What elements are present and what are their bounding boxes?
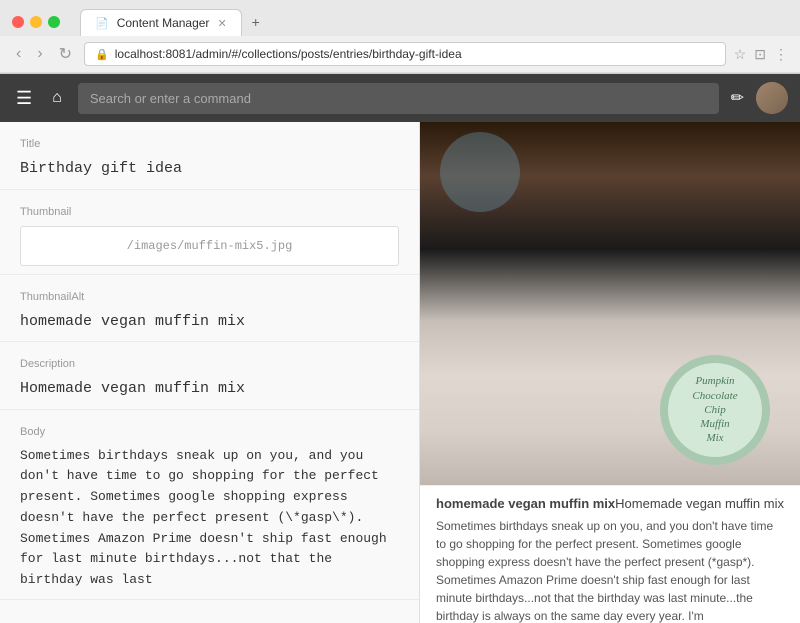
muffin-label-line2: Chocolate — [692, 389, 737, 403]
muffin-label-line5: Mix — [706, 431, 723, 445]
back-button[interactable]: ‹ — [12, 43, 25, 65]
right-panel-caption: homemade vegan muffin mixHomemade vegan … — [420, 485, 800, 623]
new-tab-button[interactable]: + — [242, 8, 270, 36]
title-bar: 📄 Content Manager ✕ + — [0, 0, 800, 36]
caption-title: homemade vegan muffin mix — [436, 496, 615, 511]
maximize-button[interactable] — [48, 16, 60, 28]
tab-title: Content Manager — [117, 16, 210, 30]
caption-body: Sometimes birthdays sneak up on you, and… — [436, 517, 784, 623]
right-panel-image: Pumpkin Chocolate Chip Muffin Mix — [420, 122, 800, 485]
body-label: Body — [20, 426, 399, 438]
avatar — [756, 82, 788, 114]
hamburger-button[interactable]: ☰ — [12, 84, 36, 113]
nav-bar: ‹ › ↻ 🔒 localhost:8081/admin/#/collectio… — [0, 36, 800, 73]
thumbnail-alt-label: ThumbnailAlt — [20, 291, 399, 303]
body-field-group: Body Sometimes birthdays sneak up on you… — [0, 410, 419, 601]
edit-button[interactable]: ✏ — [731, 88, 744, 108]
right-panel: Pumpkin Chocolate Chip Muffin Mix homema… — [420, 122, 800, 623]
caption-subtitle: Homemade vegan muffin mix — [615, 496, 784, 511]
browser-tab[interactable]: 📄 Content Manager ✕ — [80, 9, 242, 36]
address-text: localhost:8081/admin/#/collections/posts… — [115, 47, 715, 61]
thumbnail-path: /images/muffin-mix5.jpg — [127, 239, 293, 253]
app-toolbar: ☰ ⌂ ✏ — [0, 74, 800, 122]
body-value[interactable]: Sometimes birthdays sneak up on you, and… — [20, 446, 399, 592]
left-panel: Title Birthday gift idea Thumbnail /imag… — [0, 122, 420, 623]
muffin-label-line1: Pumpkin — [695, 374, 734, 388]
traffic-lights — [12, 16, 60, 28]
nav-icons: ☆ ⊡ ⋮ — [734, 46, 788, 63]
avatar-image — [756, 82, 788, 114]
muffin-label-line3: Chip — [704, 403, 725, 417]
thumbnail-input[interactable]: /images/muffin-mix5.jpg — [20, 226, 399, 266]
menu-icon[interactable]: ⋮ — [774, 46, 788, 63]
description-field-group: Description Homemade vegan muffin mix — [0, 342, 419, 410]
title-value[interactable]: Birthday gift idea — [20, 158, 399, 181]
thumbnail-label: Thumbnail — [20, 206, 399, 218]
thumbnail-field-group: Thumbnail /images/muffin-mix5.jpg — [0, 190, 419, 275]
minimize-button[interactable] — [30, 16, 42, 28]
description-value[interactable]: Homemade vegan muffin mix — [20, 378, 399, 401]
home-button[interactable]: ⌂ — [48, 85, 66, 111]
secure-icon: 🔒 — [95, 48, 109, 61]
tab-favicon: 📄 — [95, 17, 109, 30]
extensions-icon[interactable]: ⊡ — [754, 46, 766, 63]
thumbnail-alt-value[interactable]: homemade vegan muffin mix — [20, 311, 399, 334]
title-field-group: Title Birthday gift idea — [0, 122, 419, 190]
thumbnail-alt-field-group: ThumbnailAlt homemade vegan muffin mix — [0, 275, 419, 343]
description-label: Description — [20, 358, 399, 370]
tab-bar: 📄 Content Manager ✕ + — [80, 8, 270, 36]
search-input[interactable] — [78, 83, 719, 114]
preview-image: Pumpkin Chocolate Chip Muffin Mix — [420, 122, 800, 485]
browser-chrome: 📄 Content Manager ✕ + ‹ › ↻ 🔒 localhost:… — [0, 0, 800, 74]
close-button[interactable] — [12, 16, 24, 28]
refresh-button[interactable]: ↻ — [55, 42, 76, 66]
address-bar[interactable]: 🔒 localhost:8081/admin/#/collections/pos… — [84, 42, 726, 66]
bookmark-icon[interactable]: ☆ — [734, 46, 747, 63]
page-wrapper: 📄 Content Manager ✕ + ‹ › ↻ 🔒 localhost:… — [0, 0, 800, 623]
caption-header: homemade vegan muffin mixHomemade vegan … — [436, 496, 784, 511]
tab-close-button[interactable]: ✕ — [217, 17, 226, 30]
muffin-label: Pumpkin Chocolate Chip Muffin Mix — [660, 355, 770, 465]
title-label: Title — [20, 138, 399, 150]
forward-button[interactable]: › — [33, 43, 46, 65]
main-content: Title Birthday gift idea Thumbnail /imag… — [0, 122, 800, 623]
muffin-label-line4: Muffin — [700, 417, 729, 431]
